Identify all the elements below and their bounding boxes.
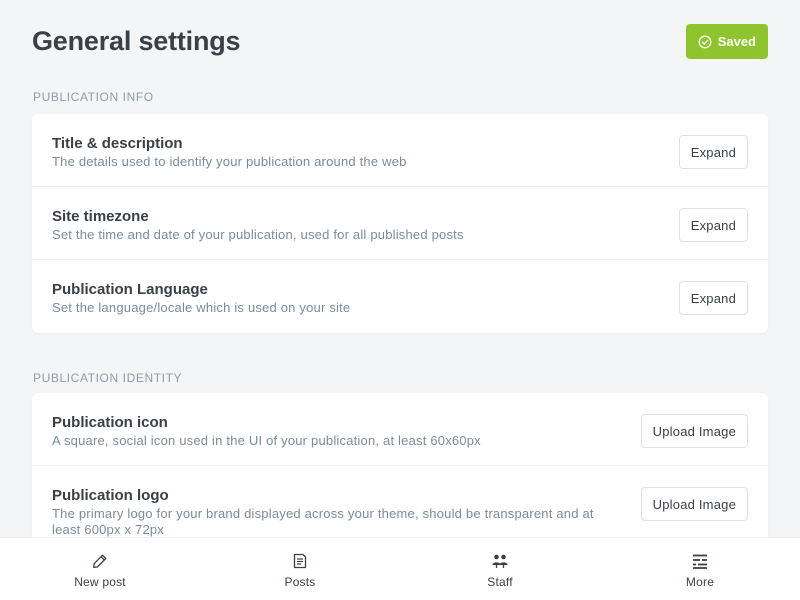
page-header: General settings Saved [32,24,768,60]
section-label-publication-identity: PUBLICATION IDENTITY [33,371,183,385]
nav-item-staff[interactable]: Staff [400,538,600,600]
saved-button-label: Saved [717,34,756,49]
expand-button[interactable]: Expand [678,135,748,169]
check-circle-icon [698,35,712,49]
nav-item-new-post[interactable]: New post [0,538,200,600]
setting-title: Site timezone [52,208,149,225]
menu-icon [691,552,709,570]
page-title: General settings [32,26,241,56]
section-label-publication-info: PUBLICATION INFO [33,90,154,104]
setting-title: Title & description [52,135,183,152]
document-icon [291,552,309,570]
publication-info-card: Title & description The details used to … [32,114,768,333]
expand-button[interactable]: Expand [678,208,748,242]
pencil-icon [91,552,109,570]
setting-row-publication-logo: Publication logo The primary logo for yo… [32,466,768,537]
nav-label: Posts [284,575,316,589]
setting-row-title-description: Title & description The details used to … [32,114,768,187]
saved-button[interactable]: Saved [685,24,768,59]
setting-title: Publication logo [52,487,169,504]
nav-label: Staff [487,575,513,589]
publication-identity-card: Publication icon A square, social icon u… [32,393,768,537]
setting-title: Publication icon [52,414,168,431]
upload-image-button[interactable]: Upload Image [640,487,748,521]
setting-row-site-timezone: Site timezone Set the time and date of y… [32,187,768,260]
setting-row-publication-icon: Publication icon A square, social icon u… [32,393,768,466]
nav-item-more[interactable]: More [600,538,800,600]
setting-description: A square, social icon used in the UI of … [52,433,481,448]
nav-label: New post [74,575,126,589]
nav-label: More [685,575,715,589]
setting-description: Set the language/locale which is used on… [52,300,351,315]
setting-description: Set the time and date of your publicatio… [52,227,464,242]
nav-item-posts[interactable]: Posts [200,538,400,600]
people-icon [491,552,509,570]
setting-description: The primary logo for your brand displaye… [52,506,594,537]
bottom-navigation: New post Posts Staff More [0,537,800,600]
upload-image-button[interactable]: Upload Image [640,414,748,448]
setting-title: Publication Language [52,281,208,298]
setting-description: The details used to identify your public… [52,154,407,169]
settings-page: General settings Saved PUBLICATION INFO … [0,0,800,537]
setting-row-publication-language: Publication Language Set the language/lo… [32,260,768,333]
expand-button[interactable]: Expand [678,281,748,315]
